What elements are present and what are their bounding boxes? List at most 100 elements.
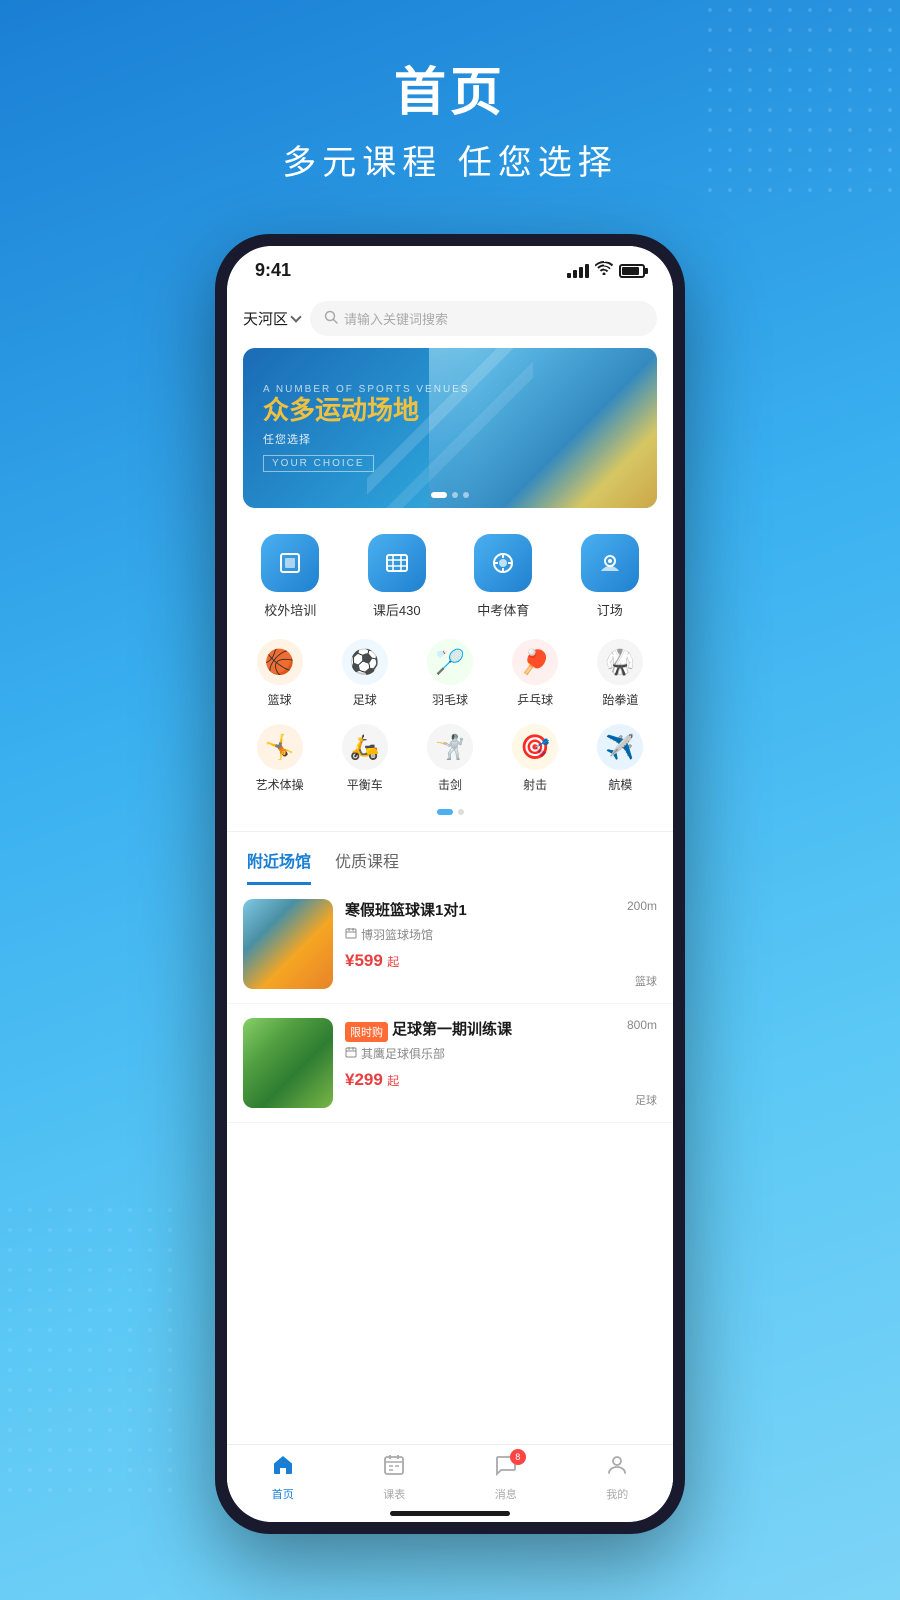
sport-label-taekwondo: 跆拳道	[602, 691, 638, 708]
sport-item-balance[interactable]: 🛵 平衡车	[326, 724, 403, 793]
list-item-2-info: 限时购 足球第一期训练课 其鹰足球俱乐部 ¥299	[345, 1018, 595, 1108]
sport-item-shooting[interactable]: 🎯 射击	[497, 724, 574, 793]
sport-label-basketball: 篮球	[268, 691, 292, 708]
banner-title: 众多运动场地	[263, 395, 470, 426]
sport-icon-balance: 🛵	[342, 724, 388, 770]
sport-icon-aeromodel: ✈️	[597, 724, 643, 770]
list-item-2-tag: 足球	[635, 1092, 657, 1108]
nav-label-profile: 我的	[606, 1486, 628, 1502]
category-label-zhongkao: 中考体育	[477, 600, 529, 619]
tab-nearby[interactable]: 附近场馆	[247, 848, 311, 885]
banner-dot-1	[431, 492, 447, 498]
list-item-1-distance: 200m	[627, 899, 657, 913]
banner-choice-text: YOUR CHOICE	[263, 455, 374, 472]
list-item-1-image	[243, 899, 333, 989]
home-nav-icon	[271, 1453, 295, 1483]
sport-item-basketball[interactable]: 🏀 篮球	[241, 639, 318, 708]
nav-label-schedule: 课表	[383, 1486, 405, 1502]
sport-icon-basketball: 🏀	[257, 639, 303, 685]
location-text: 天河区	[243, 308, 288, 329]
phone-mockup: 9:41	[215, 234, 685, 1534]
list-area: 寒假班篮球课1对1 博羽篮球场馆 ¥599 起	[227, 885, 673, 1123]
nav-item-messages[interactable]: 8 消息	[494, 1453, 518, 1502]
list-item-1-price: ¥599 起	[345, 951, 595, 971]
main-categories: 校外培训 课后430	[227, 524, 673, 629]
banner-dot-3	[463, 492, 469, 498]
battery-icon	[619, 264, 645, 278]
sport-label-badminton: 羽毛球	[432, 691, 468, 708]
category-icon-zhongkao	[474, 534, 532, 592]
list-item-2-distance: 800m	[627, 1018, 657, 1032]
sport-item-badminton[interactable]: 🏸 羽毛球	[412, 639, 489, 708]
app-content[interactable]: 天河区 请输入关键词搜索 A NUMBER OF SPORTS VEN	[227, 289, 673, 1519]
sport-label-shooting: 射击	[523, 776, 547, 793]
list-item-1-meta: 200m 篮球	[607, 899, 657, 989]
nav-item-home[interactable]: 首页	[271, 1453, 295, 1502]
signal-icon	[567, 264, 589, 278]
phone-frame: 9:41	[215, 234, 685, 1534]
sport-icon-soccer: ⚽	[342, 639, 388, 685]
limited-badge: 限时购	[345, 1022, 388, 1042]
category-item-kehou[interactable]: 课后430	[368, 534, 426, 619]
schedule-nav-icon	[382, 1453, 406, 1483]
nav-label-messages: 消息	[495, 1486, 517, 1502]
nav-item-schedule[interactable]: 课表	[382, 1453, 406, 1502]
sport-label-tabletennis: 乒乓球	[517, 691, 553, 708]
status-bar: 9:41	[227, 246, 673, 289]
nav-label-home: 首页	[272, 1486, 294, 1502]
tabs-container: 附近场馆 优质课程	[227, 831, 673, 885]
category-icon-kehou	[368, 534, 426, 592]
sport-icon-badminton: 🏸	[427, 639, 473, 685]
sport-dot-1	[437, 809, 453, 815]
banner-pagination	[431, 492, 469, 498]
search-box[interactable]: 请输入关键词搜索	[310, 301, 657, 336]
message-badge-container: 8	[494, 1453, 518, 1483]
category-label-kehou: 课后430	[373, 600, 421, 619]
category-item-zhongkao[interactable]: 中考体育	[474, 534, 532, 619]
category-icon-dingchang	[581, 534, 639, 592]
sport-item-fencing[interactable]: 🤺 击剑	[412, 724, 489, 793]
banner-text-area: A NUMBER OF SPORTS VENUES 众多运动场地 任您选择 YO…	[243, 364, 490, 491]
sport-label-aeromodel: 航模	[608, 776, 632, 793]
category-icon-waixi	[261, 534, 319, 592]
category-label-dingchang: 订场	[597, 600, 623, 619]
banner-dot-2	[452, 492, 458, 498]
sport-label-balance: 平衡车	[347, 776, 383, 793]
category-item-waixi[interactable]: 校外培训	[261, 534, 319, 619]
list-item-1[interactable]: 寒假班篮球课1对1 博羽篮球场馆 ¥599 起	[227, 885, 673, 1004]
list-item-2-meta: 800m 足球	[607, 1018, 657, 1108]
sport-dot-2	[458, 809, 464, 815]
list-item-1-venue: 博羽篮球场馆	[345, 926, 595, 943]
page-title: 首页	[282, 50, 617, 125]
venue-icon-2	[345, 1046, 357, 1061]
list-item-1-tag: 篮球	[635, 973, 657, 989]
sport-item-aeromodel[interactable]: ✈️ 航模	[582, 724, 659, 793]
list-item-2[interactable]: 限时购 足球第一期训练课 其鹰足球俱乐部 ¥299	[227, 1004, 673, 1123]
tabs: 附近场馆 优质课程	[227, 832, 673, 885]
home-indicator	[390, 1511, 510, 1516]
sport-icon-taekwondo: 🥋	[597, 639, 643, 685]
nav-item-profile[interactable]: 我的	[605, 1453, 629, 1502]
list-item-2-image	[243, 1018, 333, 1108]
sport-item-gymnastics[interactable]: 🤸 艺术体操	[241, 724, 318, 793]
page-subtitle: 多元课程 任您选择	[282, 135, 617, 184]
category-item-dingchang[interactable]: 订场	[581, 534, 639, 619]
message-badge-count: 8	[510, 1449, 526, 1465]
sport-label-gymnastics: 艺术体操	[256, 776, 304, 793]
search-placeholder: 请输入关键词搜索	[344, 309, 448, 328]
wifi-icon	[595, 261, 613, 280]
sport-item-taekwondo[interactable]: 🥋 跆拳道	[582, 639, 659, 708]
list-item-2-title: 足球第一期训练课	[392, 1018, 512, 1039]
banner-subtitle: 任您选择	[263, 431, 470, 447]
list-item-2-price: ¥299 起	[345, 1070, 595, 1090]
location-selector[interactable]: 天河区	[243, 308, 300, 329]
sport-icon-gymnastics: 🤸	[257, 724, 303, 770]
tab-quality[interactable]: 优质课程	[335, 848, 399, 885]
list-item-2-venue: 其鹰足球俱乐部	[345, 1045, 595, 1062]
bg-decoration-bottom	[0, 1200, 180, 1500]
list-item-1-title: 寒假班篮球课1对1	[345, 899, 595, 920]
category-label-waixi: 校外培训	[264, 600, 316, 619]
banner[interactable]: A NUMBER OF SPORTS VENUES 众多运动场地 任您选择 YO…	[243, 348, 657, 508]
sport-item-soccer[interactable]: ⚽ 足球	[326, 639, 403, 708]
sport-item-tabletennis[interactable]: 🏓 乒乓球	[497, 639, 574, 708]
